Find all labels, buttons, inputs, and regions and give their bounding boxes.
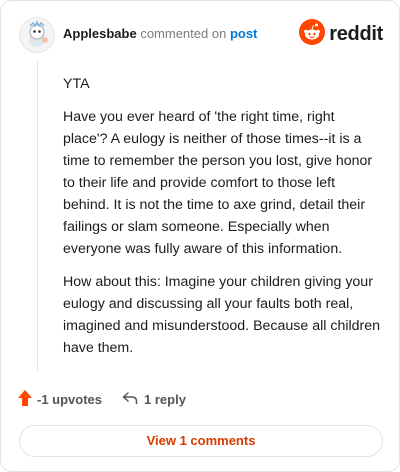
thread-line — [37, 61, 38, 371]
comment-meta: Applesbabe commented on post — [63, 26, 257, 42]
action-text: commented on — [140, 26, 227, 41]
comment-paragraph: How about this: Imagine your children gi… — [63, 274, 381, 356]
brand-wordmark: reddit — [329, 23, 383, 45]
view-comments-button[interactable]: View 1 comments — [19, 425, 383, 457]
snoo-avatar-icon[interactable] — [19, 17, 55, 53]
reddit-logo-icon — [299, 19, 326, 50]
comment-header: Applesbabe commented on post reddit — [19, 17, 383, 53]
comment-actions: -1 upvotes 1 reply — [17, 389, 186, 410]
post-link[interactable]: post — [230, 26, 257, 41]
reply-arrow-icon — [122, 391, 138, 408]
comment-paragraph: YTA — [63, 76, 90, 92]
reply-count: 1 reply — [144, 392, 186, 407]
reply-button[interactable]: 1 reply — [122, 391, 186, 408]
comment-body: YTA Have you ever heard of 'the right ti… — [63, 73, 381, 370]
upvote-arrow-icon — [17, 389, 33, 410]
comment-card: Applesbabe commented on post reddit YTA … — [0, 0, 400, 472]
vote-count: -1 upvotes — [37, 392, 103, 407]
comment-paragraph: Have you ever heard of 'the right time, … — [63, 109, 373, 257]
username-link[interactable]: Applesbabe — [63, 26, 137, 41]
upvote-button[interactable]: -1 upvotes — [17, 389, 102, 410]
reddit-brand[interactable]: reddit — [299, 19, 383, 50]
